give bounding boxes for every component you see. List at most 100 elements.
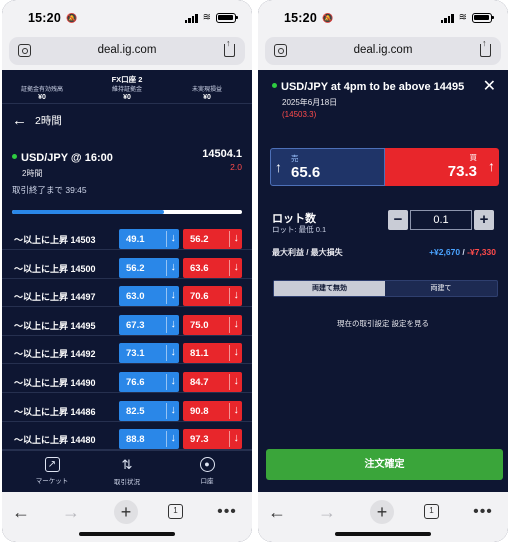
sell-price-button[interactable]: 73.1 ↓ [119,343,179,364]
down-arrow-icon: ↓ [233,317,240,330]
strike-label: 〜以上に上昇 14486 [14,406,96,417]
sell-price-button[interactable]: 82.5 ↓ [119,400,179,421]
buy-button[interactable]: 買 73.3 ↑ [385,148,499,186]
more-icon[interactable]: ••• [216,501,238,523]
strike-row: 〜以上に上昇 14503 49.1 ↓ 56.2 ↓ [2,222,252,250]
down-arrow-icon: ↓ [233,375,240,387]
down-arrow-icon: ↓ [170,317,177,330]
market-price: 14504.1 [202,148,242,160]
tabs-icon[interactable]: 1 [424,504,439,519]
account-unrealized: 未実現損益 ¥0 [167,84,247,101]
share-icon[interactable] [480,38,491,57]
chart-icon: ↗ [44,457,60,472]
down-arrow-icon: ↓ [170,432,177,445]
status-time: 15:20 [284,11,317,25]
forward-icon[interactable]: → [60,501,82,523]
confirm-order-button[interactable]: 注文確定 [266,449,503,480]
tabs-icon[interactable]: 1 [168,504,183,519]
silent-bell-icon: 🔕 [66,13,78,23]
sell-price-button[interactable]: 56.2 ↓ [119,257,179,278]
strike-label: 〜以上に上昇 14492 [14,349,96,360]
lot-increase-button[interactable]: + [474,210,494,230]
back-icon[interactable]: ← [266,501,288,523]
share-icon[interactable] [224,38,235,57]
strike-row: 〜以上に上昇 14495 67.3 ↓ 75.0 ↓ [2,308,252,336]
home-indicator [79,532,175,536]
new-tab-icon[interactable]: + [370,500,394,524]
buy-price-button[interactable]: 84.7 ↓ [183,372,242,392]
divider [229,402,230,419]
account-equity-value: ¥0 [38,94,46,101]
buy-price-button[interactable]: 56.2 ↓ [183,229,242,249]
sell-price: 73.1 [126,348,145,360]
buy-price: 56.2 [190,234,209,245]
buy-price-button[interactable]: 75.0 ↓ [183,314,242,335]
view-settings-link[interactable]: 現在の取引設定 設定を見る [258,318,508,329]
account-equity: 証拠金有効残高 ¥0 [2,84,82,101]
sell-price: 76.6 [126,377,145,388]
hedging-toggle: 両建て無効 両建て [273,280,498,297]
down-arrow-icon: ↓ [170,289,177,302]
close-icon[interactable]: ✕ [483,76,496,96]
right-phone-screen: 15:20 🔕 ≋ deal.ig.com USD/JPY at 4pm to … [258,0,508,542]
tab-account-label: 口座 [200,478,214,485]
down-arrow-icon: ↓ [170,375,177,387]
sell-price: 56.2 [126,262,145,274]
buy-price-button[interactable]: 97.3 ↓ [183,429,242,450]
strike-label: 〜以上に上昇 14500 [14,263,96,274]
lot-decrease-button[interactable]: − [388,210,408,230]
buy-price-button[interactable]: 63.6 ↓ [183,257,242,278]
max-pl-values: +¥2,670 / -¥7,330 [429,247,496,257]
url-bar[interactable]: deal.ig.com [265,37,501,65]
divider [166,402,167,419]
divider [166,231,167,247]
down-arrow-icon: ↓ [170,403,177,416]
url-text[interactable]: deal.ig.com [265,44,501,56]
tab-market-label: マーケット [35,478,69,485]
tab-market[interactable]: ↗ マーケット [12,457,92,485]
sell-price-button[interactable]: 76.6 ↓ [119,372,179,392]
more-icon[interactable]: ••• [472,501,494,523]
divider [166,431,167,448]
lot-size-input[interactable] [410,210,472,230]
market-open-dot-icon [272,83,277,88]
strike-row: 〜以上に上昇 14492 73.1 ↓ 81.1 ↓ [2,336,252,365]
wifi-icon: ≋ [202,12,211,23]
tab-account[interactable]: ● 口座 [167,457,247,485]
down-arrow-icon: ↓ [233,403,240,416]
sell-price-button[interactable]: 49.1 ↓ [119,229,179,249]
sell-price: 82.5 [126,405,145,417]
sell-arrow-icon: ↑ [275,159,282,175]
tab-positions[interactable]: ⇅ 取引状況 [87,457,167,486]
sell-price-button[interactable]: 67.3 ↓ [119,314,179,335]
back-arrow-icon[interactable]: ← [12,112,27,129]
url-bar[interactable]: deal.ig.com [9,37,245,65]
silent-bell-icon: 🔕 [322,13,334,23]
sell-price: 67.3 [126,319,145,331]
time-progress-fill [12,210,164,214]
battery-icon [472,12,494,23]
divider [229,259,230,276]
divider [229,316,230,333]
buy-price-button[interactable]: 70.6 ↓ [183,286,242,307]
back-icon[interactable]: ← [10,501,32,523]
sell-price-button[interactable]: 88.8 ↓ [119,429,179,450]
strike-row: 〜以上に上昇 14500 56.2 ↓ 63.6 ↓ [2,251,252,279]
down-arrow-icon: ↓ [233,232,240,244]
forward-icon[interactable]: → [316,501,338,523]
new-tab-icon[interactable]: + [114,500,138,524]
buy-price: 75.0 [190,319,209,331]
sell-price-button[interactable]: 63.0 ↓ [119,286,179,307]
max-pl-label: 最大利益 / 最大損失 [272,248,343,257]
url-text[interactable]: deal.ig.com [9,44,245,56]
bottom-tab-bar: ↗ マーケット ⇅ 取引状況 ● 口座 [2,450,252,492]
buy-label: 買 [469,153,478,162]
tab-positions-label: 取引状況 [114,479,140,486]
sell-button[interactable]: ↑ 売 65.6 [270,148,385,186]
sell-label: 売 [291,154,299,163]
buy-price: 70.6 [190,291,209,303]
hedging-on-option[interactable]: 両建て [385,281,497,296]
buy-price-button[interactable]: 81.1 ↓ [183,343,242,364]
buy-price-button[interactable]: 90.8 ↓ [183,400,242,421]
hedging-off-option[interactable]: 両建て無効 [274,281,385,296]
